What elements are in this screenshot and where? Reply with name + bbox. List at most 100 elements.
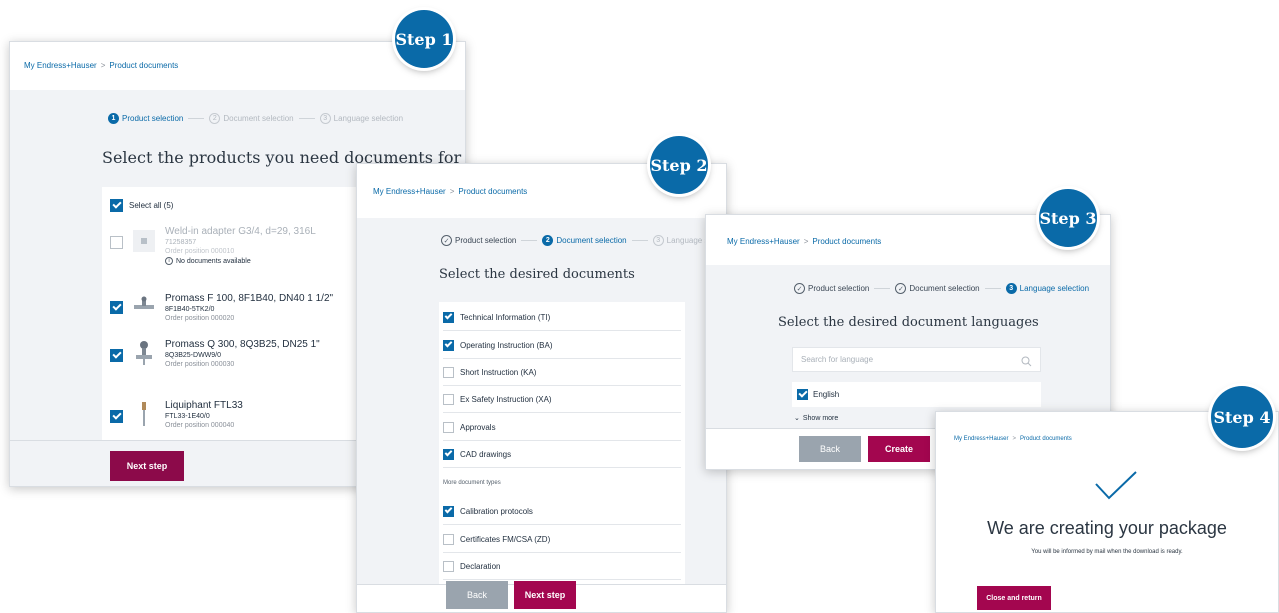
document-checkbox[interactable] [443, 505, 454, 517]
step-number-1: 1 [108, 113, 119, 124]
no-documents-note: i No documents available [165, 257, 316, 265]
page-title: Select the desired documents [439, 267, 635, 282]
back-button[interactable]: Back [799, 436, 861, 462]
product-code: FTL33-1E40/0 [165, 413, 210, 420]
product-code: 8Q3B25-DWW9/0 [165, 352, 222, 359]
document-checkbox[interactable] [443, 533, 454, 545]
document-checkbox[interactable] [443, 421, 454, 433]
back-button[interactable]: Back [446, 581, 508, 609]
stepper-connector [631, 240, 648, 241]
breadcrumb-current: Product documents [1020, 436, 1072, 442]
create-button[interactable]: Create [868, 436, 930, 462]
check-circle-icon: ✓ [895, 283, 907, 294]
breadcrumb-home-link[interactable]: My Endress+Hauser [727, 237, 800, 246]
document-label: Short Instruction (KA) [460, 367, 537, 377]
document-label: Ex Safety Instruction (XA) [460, 394, 552, 404]
step-badge-1: Step 1 [395, 10, 453, 68]
breadcrumb-home-link[interactable]: My Endress+Hauser [24, 61, 97, 70]
stepper-connector [298, 118, 315, 119]
chevron-down-icon: ⌄ [794, 415, 800, 422]
breadcrumb-current: Product documents [109, 61, 179, 70]
language-option[interactable]: English [792, 382, 1041, 407]
no-documents-text: No documents available [176, 257, 251, 265]
show-more-label: Show more [802, 414, 839, 422]
product-code: 8F1B40-5TK2/0 [165, 306, 215, 313]
document-label: Approvals [460, 422, 496, 432]
confirmation-heading: We are creating your package [987, 518, 1227, 538]
language-search-input[interactable]: Search for language [792, 347, 1041, 372]
content-area: ✓ Product selection ✓ Document selection 3… [706, 265, 1110, 428]
breadcrumb-current: Product documents [812, 237, 882, 246]
document-option[interactable]: Calibration protocols [443, 498, 681, 525]
page-title: Select the desired document languages [778, 315, 1039, 330]
document-option[interactable]: Short Instruction (KA) [443, 359, 681, 386]
breadcrumb-separator: > [1012, 436, 1017, 442]
next-step-button[interactable]: Next step [514, 581, 576, 609]
document-checkbox[interactable] [443, 311, 454, 323]
breadcrumb-home-link[interactable]: My Endress+Hauser [373, 187, 446, 196]
step-number-3: 3 [319, 113, 331, 124]
product-title: Promass Q 300, 8Q3B25, DN25 1" [165, 339, 320, 350]
check-circle-icon: ✓ [794, 283, 805, 294]
document-option[interactable]: Approvals [443, 414, 681, 441]
document-option[interactable]: Declaration [443, 553, 681, 580]
flowmeter-icon [133, 339, 155, 367]
step-badge-2: Step 2 [650, 136, 708, 194]
document-checkbox[interactable] [443, 366, 454, 378]
document-list: Technical Information (TI) Operating Ins… [439, 302, 685, 592]
select-all-row[interactable]: Select all (5) [110, 199, 173, 212]
document-checkbox[interactable] [443, 560, 454, 572]
product-title: Promass F 100, 8F1B40, DN40 1 1/2" [165, 293, 334, 304]
product-item[interactable]: Promass Q 300, 8Q3B25, DN25 1" 8Q3B25-DW… [110, 339, 320, 368]
next-step-button[interactable]: Next step [110, 451, 184, 481]
document-checkbox[interactable] [443, 448, 454, 460]
product-checkbox[interactable] [110, 236, 123, 249]
breadcrumb-home-link[interactable]: My Endress+Hauser [954, 436, 1009, 442]
document-label: Calibration protocols [460, 506, 533, 516]
step-label-product: Product selection [808, 284, 870, 293]
product-checkbox[interactable] [110, 349, 123, 362]
step-label-product: Product selection [455, 236, 517, 245]
confirmation-subtext: You will be informed by mail when the do… [1031, 549, 1183, 555]
step-number-3: 3 [652, 235, 664, 246]
document-label: Operating Instruction (BA) [460, 340, 553, 350]
document-checkbox[interactable] [443, 393, 454, 405]
level-switch-icon [133, 400, 155, 428]
step-label-document: Document selection [223, 114, 294, 123]
breadcrumb: My Endress+Hauser > Product documents [24, 61, 178, 70]
document-label: CAD drawings [460, 449, 512, 459]
checkmark-icon [1094, 470, 1138, 507]
product-checkbox[interactable] [110, 301, 123, 314]
product-position: Order position 000030 [165, 361, 235, 368]
step-badge-4: Step 4 [1211, 386, 1273, 448]
product-title: Weld-in adapter G3/4, d=29, 316L [165, 226, 316, 237]
document-option[interactable]: Certificates FM/CSA (ZD) [443, 526, 681, 553]
document-option[interactable]: Operating Instruction (BA) [443, 332, 681, 359]
step-badge-3: Step 3 [1039, 189, 1097, 247]
breadcrumb-separator: > [449, 187, 455, 196]
document-checkbox[interactable] [443, 339, 454, 351]
footer-bar: Back Next step [357, 581, 726, 612]
breadcrumb: My Endress+Hauser > Product documents [373, 187, 527, 196]
product-item[interactable]: Weld-in adapter G3/4, d=29, 316L 7125835… [110, 226, 316, 265]
select-all-label: Select all (5) [129, 201, 174, 210]
step-number-3: 3 [1005, 283, 1017, 294]
select-all-checkbox[interactable] [110, 199, 123, 212]
product-title: Liquiphant FTL33 [165, 400, 243, 411]
product-item[interactable]: Promass F 100, 8F1B40, DN40 1 1/2" 8F1B4… [110, 293, 333, 322]
step-number-2: 2 [209, 113, 221, 124]
product-checkbox[interactable] [110, 410, 123, 423]
document-option[interactable]: Technical Information (TI) [443, 304, 681, 331]
document-option[interactable]: Ex Safety Instruction (XA) [443, 386, 681, 413]
show-more-link[interactable]: ⌄ Show more [794, 414, 839, 423]
info-icon: i [165, 257, 173, 265]
search-icon[interactable] [1021, 354, 1032, 372]
step-label-document: Document selection [556, 236, 627, 245]
close-and-return-button[interactable]: Close and return [977, 586, 1051, 610]
stepper-connector [874, 288, 891, 289]
more-document-types-label: More document types [443, 480, 501, 486]
product-item[interactable]: Liquiphant FTL33 FTL33-1E40/0 Order posi… [110, 400, 243, 429]
stepper-connector [521, 240, 538, 241]
language-checkbox[interactable] [797, 389, 808, 400]
document-option[interactable]: CAD drawings [443, 441, 681, 468]
